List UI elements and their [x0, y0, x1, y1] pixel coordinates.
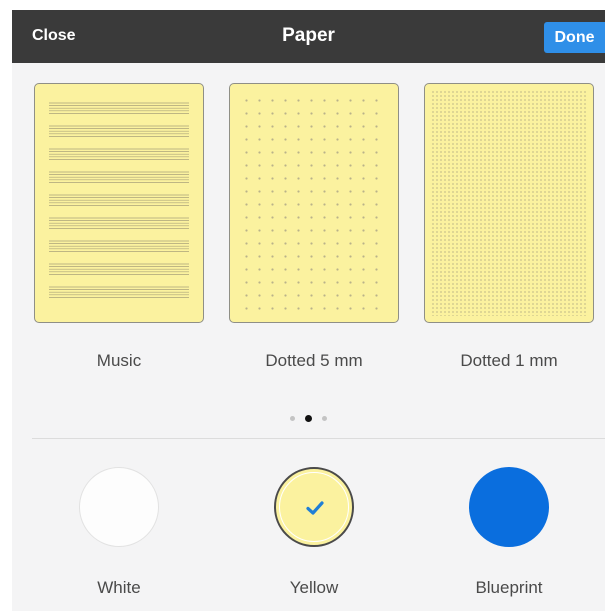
page-dot[interactable]: [290, 416, 295, 422]
page-dot-active[interactable]: [305, 415, 312, 423]
paper-label-dotted-1mm: Dotted 1 mm: [460, 351, 558, 370]
paper-label-music: Music: [96, 351, 142, 370]
done-button[interactable]: Done: [544, 22, 605, 53]
checkmark-icon: [306, 501, 324, 515]
music-staves-pattern: [49, 102, 189, 298]
page-indicator[interactable]: [12, 410, 605, 423]
navigation-bar: Close Paper Done: [12, 10, 605, 63]
color-option-blueprint[interactable]: [469, 467, 549, 547]
color-label-blueprint: Blueprint: [475, 578, 543, 597]
section-divider: [32, 438, 605, 439]
paper-option-dotted-1mm[interactable]: [424, 83, 594, 323]
paper-option-music[interactable]: [34, 83, 204, 323]
dot-grid-pattern: [240, 94, 388, 312]
paper-option-dotted-5mm[interactable]: [229, 83, 399, 323]
page-dot[interactable]: [322, 416, 327, 422]
color-option-yellow[interactable]: [274, 467, 354, 547]
paper-label-dotted-5mm: Dotted 5 mm: [265, 351, 363, 370]
color-label-white: White: [97, 578, 141, 597]
color-option-white[interactable]: [79, 467, 159, 547]
page-title: Paper: [282, 25, 335, 46]
fine-dot-grid-pattern: [431, 90, 587, 316]
paper-picker-sheet: Close Paper Done Music Dotted 5 mm Dotte…: [12, 10, 605, 611]
color-label-yellow: Yellow: [289, 578, 339, 597]
